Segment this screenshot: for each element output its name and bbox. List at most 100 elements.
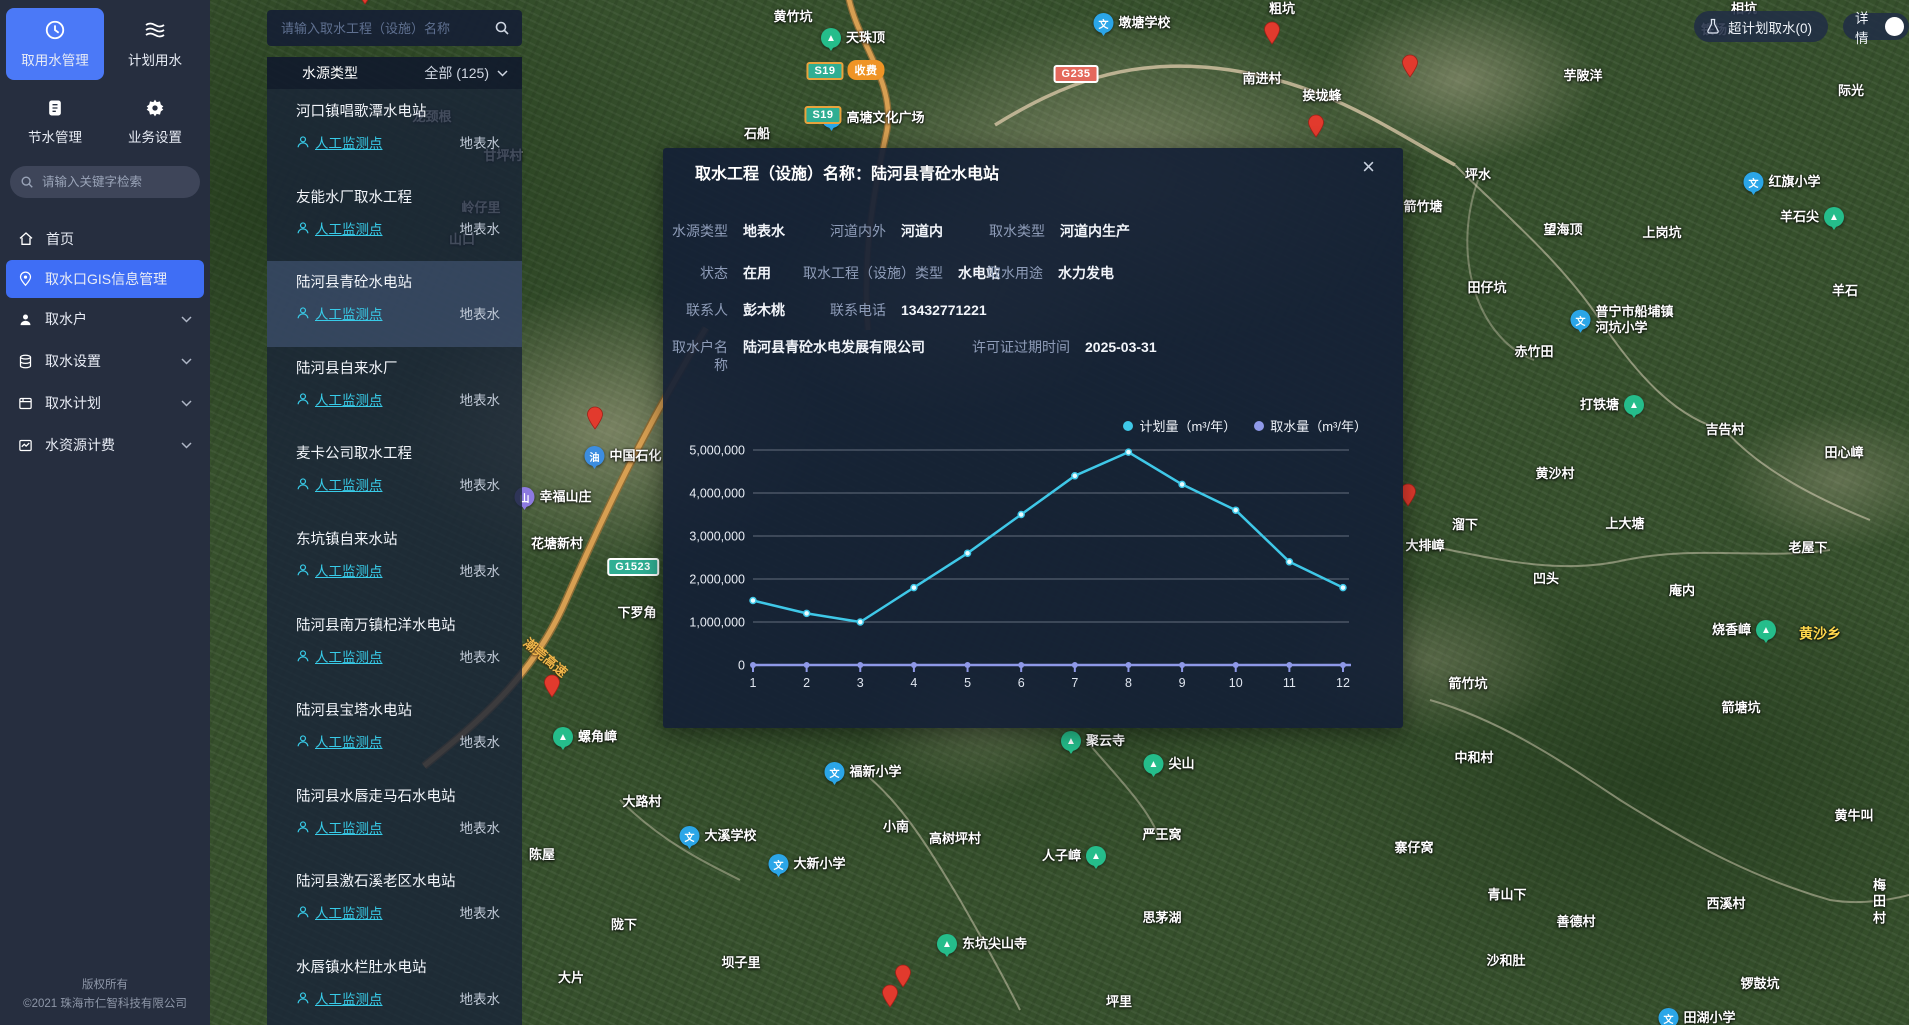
manual-monitor-link[interactable]: 人工监测点 <box>296 474 383 494</box>
map-label-text: 高塘文化广场 <box>846 110 924 126</box>
station-name: 陆河县宝塔水电站 <box>296 699 508 720</box>
list-item[interactable]: 陆河县自来水厂人工监测点地表水 <box>267 347 522 433</box>
map-label: 黄竹坑 <box>773 9 812 25</box>
mountain-pin-icon[interactable]: ▲ <box>1756 620 1776 640</box>
list-item[interactable]: 陆河县南万镇杞洋水电站人工监测点地表水 <box>267 604 522 690</box>
sidebar-item-gis-management[interactable]: 取水口GIS信息管理 <box>6 260 204 298</box>
station-filter-dropdown[interactable]: 全部 (125) <box>424 63 508 83</box>
manual-monitor-link[interactable]: 人工监测点 <box>296 560 383 580</box>
sidebar-item-intake-settings[interactable]: 取水设置 <box>6 342 204 380</box>
chevron-down-icon <box>181 442 192 449</box>
map-label: 箭塘坑 <box>1721 700 1760 716</box>
list-item[interactable]: 友能水厂取水工程人工监测点地表水 <box>267 176 522 262</box>
svg-text:4: 4 <box>910 676 917 690</box>
school-pin-icon[interactable]: 文 <box>1743 172 1763 192</box>
map-label: 粗坑 <box>1269 1 1295 17</box>
sidebar-search-input[interactable] <box>40 174 190 190</box>
map-marker-icon[interactable] <box>1307 114 1325 143</box>
modal-title: 取水工程（设施）名称：陆河县青砼水电站 <box>695 160 999 184</box>
temple-pin-icon[interactable]: ▲ <box>1061 731 1081 751</box>
sidebar-item-home[interactable]: 首页 <box>6 220 204 258</box>
manual-monitor-link[interactable]: 人工监测点 <box>296 817 383 837</box>
manual-monitor-link[interactable]: 人工监测点 <box>296 218 383 238</box>
sidebar-item-water-users[interactable]: 取水户 <box>6 300 204 338</box>
sidebar-item-water-billing[interactable]: 水资源计费 <box>6 426 204 464</box>
map-label: 箭竹坑 <box>1448 676 1487 692</box>
map-marker-icon[interactable] <box>543 674 561 703</box>
manual-monitor-link[interactable]: 人工监测点 <box>296 902 383 922</box>
list-item[interactable]: 陆河县水唇走马石水电站人工监测点地表水 <box>267 775 522 861</box>
school-pin-icon[interactable]: 文 <box>1093 13 1113 33</box>
map-label-text: 螺角嶂 <box>578 729 617 745</box>
school-pin-icon[interactable]: 文 <box>1658 1008 1678 1025</box>
map-label: ▲尖山 <box>1143 754 1194 774</box>
list-item[interactable]: 东坑镇自来水站人工监测点地表水 <box>267 518 522 604</box>
monitor-label: 人工监测点 <box>315 988 383 1008</box>
manual-monitor-link[interactable]: 人工监测点 <box>296 132 383 152</box>
map-label: 羊石 <box>1832 283 1858 299</box>
svg-text:12: 12 <box>1336 676 1350 690</box>
legend-item[interactable]: 取水量（m³/年） <box>1254 416 1367 435</box>
list-item[interactable]: 水唇镇水栏肚水电站人工监测点地表水 <box>267 946 522 1025</box>
mountain-pin-icon[interactable]: ▲ <box>553 727 573 747</box>
school-pin-icon[interactable]: 文 <box>768 854 788 874</box>
manual-monitor-link[interactable]: 人工监测点 <box>296 389 383 409</box>
map-label: 文大新小学 <box>768 854 845 874</box>
list-item[interactable]: 陆河县激石溪老区水电站人工监测点地表水 <box>267 860 522 946</box>
map-label: 文墩塘学校 <box>1093 13 1170 33</box>
station-name: 陆河县南万镇杞洋水电站 <box>296 614 508 635</box>
temple-pin-icon[interactable]: ▲ <box>937 934 957 954</box>
gas-station-pin-icon[interactable]: 油 <box>584 446 604 466</box>
map-marker-icon[interactable] <box>586 406 604 435</box>
map-marker-icon[interactable] <box>1263 21 1281 50</box>
station-search-input[interactable] <box>279 20 494 37</box>
svg-text:7: 7 <box>1071 676 1078 690</box>
map-marker-icon[interactable] <box>356 0 374 10</box>
close-icon[interactable]: × <box>1362 156 1375 178</box>
map-label: 羊石尖▲ <box>1780 207 1844 227</box>
school-pin-icon[interactable]: 文 <box>679 826 699 846</box>
monitor-label: 人工监测点 <box>315 560 383 580</box>
map-label: 石船 <box>744 126 770 142</box>
map-label-text: 田仔坑 <box>1467 280 1506 296</box>
manual-monitor-link[interactable]: 人工监测点 <box>296 988 383 1008</box>
map-marker-icon[interactable] <box>1401 54 1419 83</box>
sidebar-item-intake-plan[interactable]: 取水计划 <box>6 384 204 422</box>
over-plan-intake-button[interactable]: 超计划取水(0) <box>1694 11 1828 42</box>
sidebar-item-label: 首页 <box>46 229 74 249</box>
chevron-down-icon <box>497 70 508 77</box>
list-item[interactable]: 陆河县青砼水电站人工监测点地表水 <box>267 261 522 347</box>
detail-toggle[interactable]: 详情 <box>1843 13 1909 40</box>
person-icon <box>296 306 310 320</box>
manual-monitor-link[interactable]: 人工监测点 <box>296 646 383 666</box>
manual-monitor-link[interactable]: 人工监测点 <box>296 303 383 323</box>
module-tile-water-intake[interactable]: 取用水管理 <box>6 8 104 80</box>
map-label: 梅田村 <box>1873 878 1897 927</box>
list-item[interactable]: 陆河县宝塔水电站人工监测点地表水 <box>267 689 522 775</box>
mountain-pin-icon[interactable]: ▲ <box>1086 846 1106 866</box>
legend-item[interactable]: 计划量（m³/年） <box>1123 416 1236 435</box>
search-icon[interactable] <box>494 20 510 36</box>
toggle-knob[interactable] <box>1885 17 1904 36</box>
field-value: 河道内 <box>901 222 943 240</box>
mountain-pin-icon[interactable]: ▲ <box>1143 754 1163 774</box>
list-item[interactable]: 麦卡公司取水工程人工监测点地表水 <box>267 432 522 518</box>
map-marker-icon[interactable] <box>881 984 899 1013</box>
mountain-pin-icon[interactable]: ▲ <box>1624 395 1644 415</box>
mountain-pin-icon[interactable]: ▲ <box>1824 207 1844 227</box>
map-label: 坝子里 <box>721 955 760 971</box>
manual-monitor-link[interactable]: 人工监测点 <box>296 731 383 751</box>
module-tile-business-settings[interactable]: 业务设置 <box>106 86 204 158</box>
svg-text:5,000,000: 5,000,000 <box>689 444 745 458</box>
map-label-text: 坪里 <box>1106 994 1132 1010</box>
mountain-pin-icon[interactable]: ▲ <box>821 28 841 48</box>
map-label: 挨垅蜂 <box>1302 88 1341 104</box>
list-item[interactable]: 河口镇唱歌潭水电站人工监测点地表水 <box>267 90 522 176</box>
field-river-side: 河道内外河道内 <box>783 222 943 240</box>
module-tile-planned-water[interactable]: 计划用水 <box>106 8 204 80</box>
school-pin-icon[interactable]: 文 <box>824 762 844 782</box>
school-pin-icon[interactable]: 文 <box>1570 310 1590 330</box>
map-label: 思茅湖 <box>1142 910 1181 926</box>
map-label-text: 上大塘 <box>1605 516 1644 532</box>
module-tile-water-saving[interactable]: 节水管理 <box>6 86 104 158</box>
